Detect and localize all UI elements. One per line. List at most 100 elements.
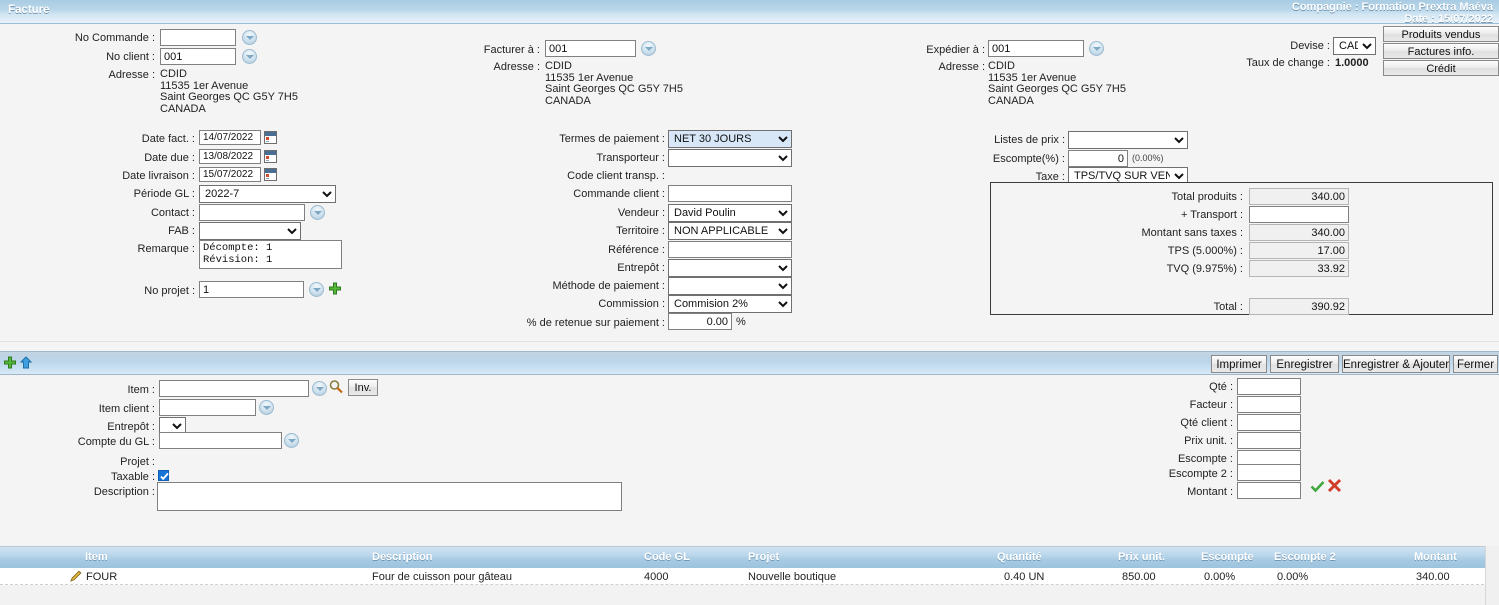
imprimer-button[interactable]: Imprimer <box>1211 355 1267 373</box>
no-projet-chevron-down-icon[interactable] <box>309 282 324 297</box>
contact-chevron-down-icon[interactable] <box>310 205 325 220</box>
grid-col-quantite[interactable]: Quantité <box>997 551 1042 563</box>
no-client-chevron-down-icon[interactable] <box>242 49 257 64</box>
table-row[interactable]: FOUR Four de cuisson pour gâteau 4000 No… <box>0 568 1499 585</box>
devise-label: Devise : <box>1290 40 1330 52</box>
no-client-input[interactable] <box>160 48 236 65</box>
inv-button[interactable]: Inv. <box>348 379 378 396</box>
enregistrer-button[interactable]: Enregistrer <box>1270 355 1339 373</box>
enregistrer-ajouter-button[interactable]: Enregistrer & Ajouter <box>1342 355 1450 373</box>
expedier-a-chevron-down-icon[interactable] <box>1089 41 1104 56</box>
date-due-input[interactable] <box>199 149 261 164</box>
date-fact-label: Date fact. : <box>141 133 195 145</box>
fermer-button[interactable]: Fermer <box>1453 355 1498 373</box>
edit-icon[interactable] <box>70 570 82 582</box>
commande-client-label: Commande client : <box>573 188 665 200</box>
vendeur-select[interactable]: David Poulin <box>668 204 792 222</box>
expedier-a-input[interactable] <box>988 40 1084 57</box>
prix-unit-input[interactable] <box>1237 432 1301 449</box>
cell-description: Four de cuisson pour gâteau <box>372 571 513 583</box>
no-commande-chevron-down-icon[interactable] <box>242 30 257 45</box>
produits-vendus-button[interactable]: Produits vendus <box>1383 26 1499 42</box>
termes-select[interactable]: NET 30 JOURS <box>668 130 792 148</box>
compte-gl-input[interactable] <box>159 432 282 449</box>
items-grid-header: Item Description Code GL Projet Quantité… <box>0 546 1499 568</box>
entrepot-mid-label: Entrepôt : <box>617 262 665 274</box>
facteur-input[interactable] <box>1237 396 1301 413</box>
qte-input[interactable] <box>1237 378 1301 395</box>
date-fact-calendar-icon[interactable] <box>264 131 277 144</box>
transport-input[interactable] <box>1249 206 1349 223</box>
facturer-a-chevron-down-icon[interactable] <box>641 41 656 56</box>
factures-info-button[interactable]: Factures info. <box>1383 43 1499 59</box>
confirm-icon[interactable] <box>1310 479 1325 494</box>
grid-col-item[interactable]: Item <box>85 551 108 563</box>
date-fact-input[interactable] <box>199 130 261 145</box>
code-client-transp-label: Code client transp. : <box>567 170 665 182</box>
transporteur-select[interactable] <box>668 149 792 167</box>
move-up-icon[interactable] <box>19 356 33 370</box>
transport-label: + Transport : <box>1180 209 1243 221</box>
entrepot-mid-select[interactable] <box>668 259 792 277</box>
date-due-calendar-icon[interactable] <box>264 150 277 163</box>
territoire-select[interactable]: NON APPLICABLE <box>668 222 792 240</box>
grid-col-description[interactable]: Description <box>372 551 433 563</box>
contact-input[interactable] <box>199 204 305 221</box>
adresse-right-label: Adresse : <box>938 61 985 73</box>
grid-col-montant[interactable]: Montant <box>1414 551 1457 563</box>
fab-select[interactable] <box>199 222 301 240</box>
reference-label: Référence : <box>608 244 665 256</box>
grid-col-prix-unit[interactable]: Prix unit. <box>1118 551 1165 563</box>
credit-button[interactable]: Crédit <box>1383 60 1499 76</box>
transporteur-label: Transporteur : <box>596 152 665 164</box>
grid-scrollbar[interactable] <box>1485 546 1499 605</box>
montant-item-input[interactable] <box>1237 482 1301 499</box>
taux-change-label: Taux de change : <box>1246 57 1330 69</box>
devise-select[interactable]: CAD <box>1333 37 1376 55</box>
contact-label: Contact : <box>150 207 195 219</box>
escompte-pct-input[interactable] <box>1068 150 1128 167</box>
commission-select[interactable]: Commision 2% <box>668 295 792 313</box>
no-projet-add-icon[interactable] <box>328 282 342 296</box>
item-chevron-down-icon[interactable] <box>312 381 327 396</box>
item-input[interactable] <box>159 380 309 397</box>
qte-client-input[interactable] <box>1237 414 1301 431</box>
grid-col-escompte-2[interactable]: Escompte 2 <box>1274 551 1336 563</box>
no-projet-label: No projet : <box>144 285 195 297</box>
items-grid-footer <box>0 585 1499 605</box>
escompte-2-item-input[interactable] <box>1237 464 1301 481</box>
taxable-checkbox[interactable] <box>158 470 169 481</box>
facteur-label: Facteur : <box>1189 399 1233 411</box>
adresse-mid-value: CDID 11535 1er Avenue Saint Georges QC G… <box>545 60 683 107</box>
facturer-a-label: Facturer à : <box>483 44 540 56</box>
total-final-value <box>1249 298 1349 315</box>
commande-client-input[interactable] <box>668 185 792 202</box>
retenue-input[interactable] <box>668 313 732 330</box>
methode-paiement-select[interactable] <box>668 277 792 295</box>
reference-input[interactable] <box>668 241 792 258</box>
date-livraison-input[interactable] <box>199 167 261 182</box>
listes-prix-select[interactable] <box>1068 131 1188 149</box>
add-line-icon[interactable] <box>3 356 17 370</box>
listes-prix-label: Listes de prix : <box>994 134 1065 146</box>
description-item-textarea[interactable] <box>157 482 622 511</box>
cancel-icon[interactable] <box>1327 478 1342 493</box>
item-client-chevron-down-icon[interactable] <box>259 400 274 415</box>
item-client-input[interactable] <box>159 399 256 416</box>
grid-col-code-gl[interactable]: Code GL <box>644 551 690 563</box>
remarque-textarea[interactable] <box>199 240 342 269</box>
grid-col-escompte[interactable]: Escompte <box>1201 551 1254 563</box>
no-projet-input[interactable] <box>199 281 304 298</box>
no-commande-label: No Commande : <box>74 32 155 44</box>
facturer-a-input[interactable] <box>545 40 636 57</box>
date-livraison-calendar-icon[interactable] <box>264 168 277 181</box>
prix-unit-label: Prix unit. : <box>1184 435 1233 447</box>
date-due-label: Date due : <box>144 152 195 164</box>
no-commande-input[interactable] <box>160 29 236 46</box>
item-search-icon[interactable] <box>328 379 344 395</box>
no-client-label: No client : <box>106 51 155 63</box>
compte-gl-chevron-down-icon[interactable] <box>284 433 299 448</box>
periode-gl-select[interactable]: 2022-7 <box>199 185 336 203</box>
retenue-label: % de retenue sur paiement : <box>526 317 665 329</box>
grid-col-projet[interactable]: Projet <box>748 551 779 563</box>
